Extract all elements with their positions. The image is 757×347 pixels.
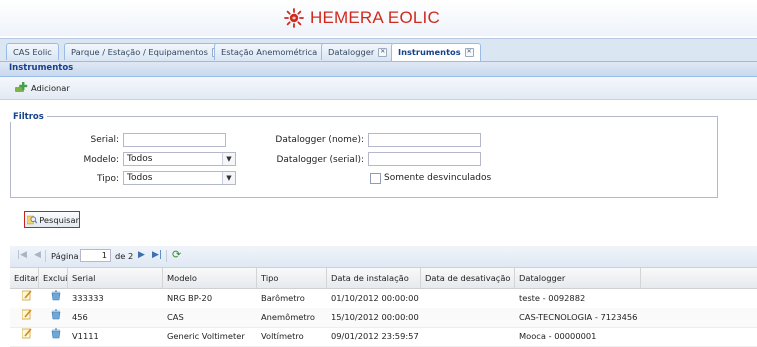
col-header-tipo[interactable]: Tipo	[257, 268, 327, 288]
table-row[interactable]: V1111 Generic Voltimeter Voltímetro 09/0…	[10, 327, 757, 347]
col-header-data-instalacao[interactable]: Data de instalação	[327, 268, 421, 288]
page-count: de 2	[115, 251, 134, 261]
col-header-data-desativacao[interactable]: Data de desativação	[421, 268, 515, 288]
pager-divider	[45, 250, 46, 262]
search-icon	[27, 215, 38, 224]
close-icon[interactable]: ✕	[378, 48, 388, 57]
col-header-editar[interactable]: Editar	[10, 268, 39, 288]
tab-label: Instrumentos	[398, 47, 461, 57]
filters-legend: Filtros	[10, 112, 47, 122]
first-page-icon[interactable]: |◀	[17, 250, 27, 260]
chevron-down-icon[interactable]: ▼	[222, 153, 235, 165]
datalogger-nome-input[interactable]	[368, 133, 481, 147]
sun-logo-icon	[284, 8, 304, 28]
somente-desvinculados-checkbox[interactable]	[370, 173, 381, 184]
modelo-selected-value: Todos	[127, 154, 153, 164]
next-page-icon[interactable]: ▶	[138, 250, 145, 260]
grid-header: Editar Excluir Serial Modelo Tipo Data d…	[10, 268, 757, 289]
somente-desvinculados-label: Somente desvinculados	[384, 173, 492, 183]
search-button[interactable]: Pesquisar	[24, 211, 80, 228]
tipo-cell: Barômetro	[261, 293, 305, 303]
data-instalacao-cell: 01/10/2012 00:00:00	[331, 293, 419, 303]
col-header-datalogger[interactable]: Datalogger	[515, 268, 641, 288]
serial-label: Serial:	[90, 135, 120, 145]
prev-page-icon[interactable]: ◀	[34, 250, 41, 260]
add-button[interactable]: Adicionar	[14, 82, 70, 94]
data-instalacao-cell: 09/01/2012 23:59:57	[331, 331, 419, 341]
brand-name: HEMERA EOLIC	[310, 8, 440, 27]
modelo-label: Modelo:	[83, 155, 119, 165]
modelo-select[interactable]: Todos ▼	[123, 152, 236, 166]
col-header-excluir[interactable]: Excluir	[39, 268, 68, 288]
add-icon	[15, 82, 28, 92]
datalogger-serial-input[interactable]	[368, 152, 481, 166]
col-header-serial[interactable]: Serial	[68, 268, 163, 288]
tab-instrumentos[interactable]: Instrumentos ✕	[391, 43, 481, 61]
datalogger-nome-label: Datalogger (nome):	[275, 135, 364, 145]
edit-icon[interactable]	[18, 308, 32, 327]
add-button-label: Adicionar	[31, 83, 70, 93]
data-desativacao-cell	[421, 308, 515, 327]
modelo-cell: CAS	[167, 312, 184, 322]
paging-toolbar: |◀ ◀ Página 1 de 2 ▶ ▶| ⟳	[10, 246, 757, 268]
edit-icon[interactable]	[18, 289, 32, 308]
search-button-label: Pesquisar	[39, 214, 79, 225]
table-row[interactable]: 333333 NRG BP-20 Barômetro 01/10/2012 00…	[10, 289, 757, 309]
tab-label: Estação Anemométrica	[221, 47, 318, 57]
tab-label: Datalogger	[328, 47, 375, 57]
delete-icon[interactable]	[47, 308, 61, 327]
modelo-cell: NRG BP-20	[167, 293, 213, 303]
tab-cas-eolic[interactable]: CAS Eolic	[6, 43, 59, 60]
serial-cell: 333333	[72, 293, 104, 303]
chevron-down-icon[interactable]: ▼	[222, 172, 235, 184]
datalogger-cell: teste - 0092882	[519, 293, 586, 303]
tab-label: CAS Eolic	[13, 47, 52, 57]
tipo-select[interactable]: Todos ▼	[123, 171, 236, 185]
tab-bar: CAS Eolic Parque / Estação / Equipamento…	[0, 38, 757, 62]
serial-cell: V1111	[72, 331, 99, 341]
app-header: HEMERA EOLIC	[0, 0, 757, 36]
col-header-modelo[interactable]: Modelo	[163, 268, 257, 288]
modelo-cell: Generic Voltimeter	[167, 331, 245, 341]
refresh-icon[interactable]: ⟳	[172, 248, 181, 261]
serial-cell: 456	[72, 312, 88, 322]
datalogger-cell: Mooca - 00000001	[519, 331, 597, 341]
last-page-icon[interactable]: ▶|	[152, 250, 162, 260]
page-input[interactable]: 1	[80, 249, 111, 262]
tipo-cell: Anemômetro	[261, 312, 315, 322]
delete-icon[interactable]	[47, 327, 61, 346]
tab-label: Parque / Estação / Equipamentos	[71, 47, 208, 57]
tipo-label: Tipo:	[97, 174, 119, 184]
data-desativacao-cell	[421, 289, 515, 308]
close-icon[interactable]: ✕	[464, 48, 474, 57]
datalogger-cell: CAS-TECNOLOGIA - 7123456	[519, 312, 638, 322]
panel-title: Instrumentos	[9, 63, 74, 73]
tab-datalogger[interactable]: Datalogger ✕	[321, 43, 395, 60]
tab-estacao-anemometrica[interactable]: Estação Anemométrica✕	[214, 43, 338, 60]
data-desativacao-cell	[421, 327, 515, 346]
delete-icon[interactable]	[47, 289, 61, 308]
serial-input[interactable]	[123, 133, 226, 147]
tipo-selected-value: Todos	[127, 173, 153, 183]
tipo-cell: Voltímetro	[261, 331, 304, 341]
app-logo: HEMERA EOLIC	[284, 8, 440, 28]
pager-divider	[166, 250, 167, 262]
page-label: Página	[51, 251, 79, 261]
toolbar: Adicionar	[0, 77, 757, 100]
panel-header: Instrumentos	[0, 62, 757, 77]
edit-icon[interactable]	[18, 327, 32, 346]
tab-parque-estacao-equipamentos[interactable]: Parque / Estação / Equipamentos✕	[64, 43, 228, 60]
table-row[interactable]: 456 CAS Anemômetro 15/10/2012 00:00:00 C…	[10, 308, 757, 328]
datalogger-serial-label: Datalogger (serial):	[276, 155, 364, 165]
data-instalacao-cell: 15/10/2012 00:00:00	[331, 312, 419, 322]
